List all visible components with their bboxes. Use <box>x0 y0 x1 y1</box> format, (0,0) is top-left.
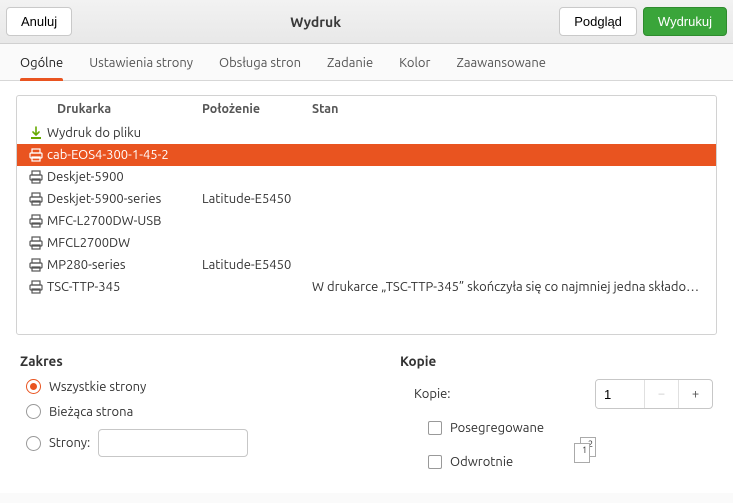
radio-icon <box>26 379 41 394</box>
copies-decrement[interactable]: − <box>644 380 678 408</box>
printer-name: MFC-L2700DW-USB <box>47 214 202 228</box>
copies-increment[interactable]: + <box>678 380 712 408</box>
printer-name: Deskjet-5900-series <box>47 192 202 206</box>
copies-input[interactable] <box>596 380 644 408</box>
radio-label: Bieżąca strona <box>49 405 133 419</box>
copies-title: Kopie <box>400 353 713 369</box>
reverse-checkbox-row[interactable]: Odwrotnie <box>428 455 544 469</box>
tab-zaawansowane[interactable]: Zaawansowane <box>456 56 546 80</box>
tab-obsługa-stron[interactable]: Obsługa stron <box>219 56 301 80</box>
printer-row[interactable]: Deskjet-5900 <box>17 166 716 188</box>
tab-content-general: Drukarka Położenie Stan Wydruk do pliku c… <box>0 81 733 493</box>
printer-row[interactable]: MFC-L2700DW-USB <box>17 210 716 232</box>
pages-input[interactable] <box>98 429 248 457</box>
checkbox-label: Posegregowane <box>450 421 544 435</box>
tab-zadanie[interactable]: Zadanie <box>327 56 373 80</box>
cancel-button[interactable]: Anuluj <box>6 7 72 36</box>
printer-name: MP280-series <box>47 258 202 272</box>
printer-name: cab-EOS4-300-1-45-2 <box>47 148 202 162</box>
radio-all-pages[interactable]: Wszystkie strony <box>26 379 360 394</box>
printer-location: Latitude-E5450 <box>202 192 312 206</box>
printer-icon <box>25 279 47 295</box>
printer-name: MFCL2700DW <box>47 236 202 250</box>
printer-table-header: Drukarka Położenie Stan <box>17 96 716 122</box>
copies-spinner: − + <box>595 379 713 409</box>
collate-preview-icon: 2 1 <box>574 437 602 463</box>
printer-name: Deskjet-5900 <box>47 170 202 184</box>
printer-name: Wydruk do pliku <box>47 126 202 140</box>
tab-bar: Ogólne Ustawienia strony Obsługa stron Zada… <box>0 44 733 81</box>
printer-icon <box>25 257 47 273</box>
save-to-file-icon <box>25 125 47 141</box>
checkbox-label: Odwrotnie <box>450 455 513 469</box>
radio-pages[interactable]: Strony: <box>26 429 360 457</box>
range-section: Zakres Wszystkie strony Bieżąca strona S… <box>20 353 360 479</box>
printer-table: Drukarka Położenie Stan Wydruk do pliku c… <box>16 95 717 335</box>
radio-current-page[interactable]: Bieżąca strona <box>26 404 360 419</box>
printer-icon <box>25 235 47 251</box>
radio-icon <box>26 404 41 419</box>
tab-ogólne[interactable]: Ogólne <box>20 56 63 80</box>
titlebar: Anuluj Wydruk Podgląd Wydrukuj <box>0 0 733 44</box>
preview-button[interactable]: Podgląd <box>559 7 637 36</box>
radio-icon <box>26 436 41 451</box>
col-header-name[interactable]: Drukarka <box>57 102 202 116</box>
print-button[interactable]: Wydrukuj <box>643 7 727 36</box>
printer-row[interactable]: TSC-TTP-345 W drukarce „TSC-TTP-345” skoń… <box>17 276 716 298</box>
tab-kolor[interactable]: Kolor <box>399 56 430 80</box>
printer-status: W drukarce „TSC-TTP-345” skończyła się c… <box>312 280 708 294</box>
col-header-status[interactable]: Stan <box>312 102 708 116</box>
radio-label: Strony: <box>49 436 90 450</box>
printer-row[interactable]: Deskjet-5900-seriesLatitude-E5450 <box>17 188 716 210</box>
radio-label: Wszystkie strony <box>49 380 146 394</box>
printer-row[interactable]: MFCL2700DW <box>17 232 716 254</box>
printer-icon <box>25 191 47 207</box>
printer-location: Latitude-E5450 <box>202 258 312 272</box>
printer-row[interactable]: MP280-seriesLatitude-E5450 <box>17 254 716 276</box>
checkbox-icon <box>428 421 442 435</box>
copies-section: Kopie Kopie: − + Posegregowane <box>400 353 713 479</box>
printer-name: TSC-TTP-345 <box>47 280 202 294</box>
printer-row[interactable]: cab-EOS4-300-1-45-2 <box>17 144 716 166</box>
copies-label: Kopie: <box>414 387 451 401</box>
range-title: Zakres <box>20 353 360 369</box>
collate-checkbox-row[interactable]: Posegregowane <box>428 421 544 435</box>
checkbox-icon <box>428 455 442 469</box>
printer-icon <box>25 169 47 185</box>
dialog-title: Wydruk <box>72 14 559 30</box>
tab-ustawienia-strony[interactable]: Ustawienia strony <box>89 56 193 80</box>
printer-row[interactable]: Wydruk do pliku <box>17 122 716 144</box>
printer-icon <box>25 147 47 163</box>
col-header-location[interactable]: Położenie <box>202 102 312 116</box>
printer-icon <box>25 213 47 229</box>
